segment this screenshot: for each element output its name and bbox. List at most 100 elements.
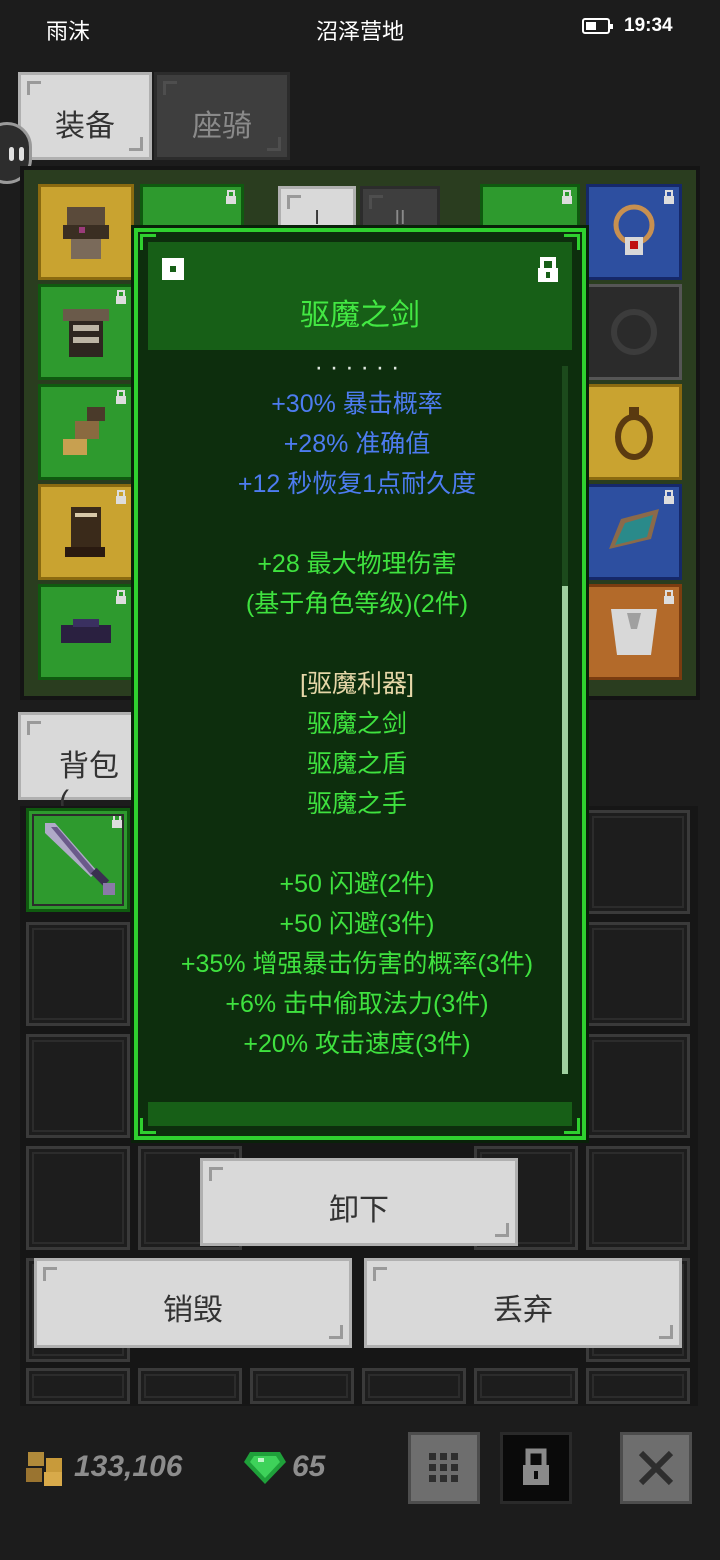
destroy-label: 销毁	[163, 1294, 223, 1327]
tooltip-stat-line: +28% 准确值	[283, 430, 431, 458]
sort-grid-button[interactable]	[408, 1432, 480, 1504]
tooltip-stat-line: +30% 暴击概率	[271, 390, 443, 418]
tooltip-stat-line: (基于角色等级)(2件)	[245, 590, 469, 618]
status-time: 19:34	[624, 15, 673, 36]
tooltip-stat-line: +6% 击中偷取法力(3件)	[225, 990, 489, 1018]
tooltip-stat-line: +28 最大物理伤害	[257, 550, 457, 578]
equip-set-tab-1-label: I	[314, 207, 320, 229]
lock-icon	[116, 590, 126, 604]
belt-icon	[61, 619, 111, 643]
boots-slot[interactable]	[38, 484, 134, 580]
status-bar: 雨沫 沼泽营地 19:34	[0, 0, 720, 56]
item-title: 驱魔之剑	[300, 299, 420, 332]
bag-slot[interactable]	[26, 1146, 130, 1250]
frame-corner	[140, 1118, 156, 1134]
gold-icon	[26, 1452, 62, 1486]
gem-amount: 65	[292, 1450, 326, 1483]
grid-icon	[429, 1453, 458, 1482]
amulet-icon	[613, 204, 655, 255]
tooltip-stat-line: +50 闪避(2件)	[279, 870, 435, 898]
bag-slot[interactable]	[474, 1368, 578, 1404]
tooltip-spacer	[152, 824, 562, 864]
ring-slot-2[interactable]	[586, 384, 682, 480]
lock-icon	[116, 290, 126, 304]
destroy-button[interactable]: 销毁	[34, 1258, 352, 1348]
tooltip-stat-line: 驱魔之剑	[306, 710, 407, 738]
discard-button[interactable]: 丢弃	[364, 1258, 682, 1348]
tooltip-spacer	[152, 504, 562, 544]
lock-icon	[664, 490, 674, 504]
tooltip-stat-line: +12 秒恢复1点耐久度	[237, 470, 477, 498]
amulet-slot[interactable]	[586, 184, 682, 280]
bag-slot-sword[interactable]	[26, 808, 130, 912]
tab-equipment[interactable]: 装备	[18, 72, 152, 160]
tooltip-footer	[148, 1102, 572, 1126]
equip-set-tab-2-label: II	[394, 207, 406, 229]
bag-slot[interactable]	[586, 1034, 690, 1138]
gloves-slot[interactable]	[38, 384, 134, 480]
lock-icon	[664, 190, 674, 204]
scrollbar-thumb[interactable]	[562, 586, 568, 1074]
ring-icon	[615, 407, 653, 460]
bag-slot[interactable]	[362, 1368, 466, 1404]
tooltip-header: 驱魔之剑	[148, 242, 572, 350]
close-button[interactable]	[620, 1432, 692, 1504]
gem-icon	[244, 1452, 286, 1484]
lock-icon[interactable]	[536, 256, 560, 284]
helmet-slot[interactable]	[38, 184, 134, 280]
tooltip-stat-line: +35% 增强暴击伤害的概率(3件)	[180, 950, 534, 978]
frame-corner	[564, 1118, 580, 1134]
tab-mount-label: 座骑	[192, 110, 252, 143]
tab-equipment-label: 装备	[55, 110, 115, 143]
bag-slot[interactable]	[26, 1034, 130, 1138]
discard-label: 丢弃	[493, 1294, 553, 1327]
status-location: 沼泽营地	[315, 19, 404, 44]
close-icon	[638, 1450, 674, 1486]
belt-slot[interactable]	[38, 584, 134, 680]
tooltip-scrollbar[interactable]	[562, 366, 568, 1074]
bag-slot[interactable]	[26, 1368, 130, 1404]
tooltip-stat-line: 驱魔之盾	[306, 750, 407, 778]
unequip-label: 卸下	[329, 1194, 389, 1227]
lock-icon	[562, 190, 572, 204]
shield-icon	[609, 509, 659, 549]
unequip-button[interactable]: 卸下	[200, 1158, 518, 1246]
bag-slot[interactable]	[586, 810, 690, 914]
tooltip-stat-line: 驱魔之手	[306, 790, 407, 818]
gold-amount: 133,106	[74, 1450, 183, 1483]
boots-icon	[65, 507, 105, 557]
cape-slot[interactable]	[586, 584, 682, 680]
ring-placeholder-icon	[611, 309, 657, 355]
tab-backpack[interactable]: 背包 (	[18, 712, 136, 818]
bag-slot[interactable]	[586, 1146, 690, 1250]
tooltip-stat-line: +50 闪避(3件)	[279, 910, 435, 938]
lock-button[interactable]	[500, 1432, 572, 1504]
frame-corner	[564, 234, 580, 250]
armor-icon	[63, 309, 109, 357]
lock-icon	[664, 590, 674, 604]
cape-icon	[611, 609, 657, 655]
bag-slot[interactable]	[26, 922, 130, 1026]
tooltip-stat-line: +20% 攻击速度(3件)	[243, 1030, 471, 1058]
compare-icon[interactable]	[162, 258, 184, 280]
bag-slot[interactable]	[138, 1368, 242, 1404]
lock-icon	[112, 814, 122, 828]
lock-icon	[116, 390, 126, 404]
helmet-icon	[63, 207, 109, 259]
bag-slot[interactable]	[250, 1368, 354, 1404]
battery-icon	[582, 18, 613, 34]
tab-mount[interactable]: 座骑	[154, 72, 290, 160]
frame-corner	[140, 234, 156, 250]
bag-slot[interactable]	[586, 1368, 690, 1404]
tooltip-spacer	[152, 624, 562, 664]
gloves-icon	[63, 407, 105, 455]
shield-slot[interactable]	[586, 484, 682, 580]
bag-slot[interactable]	[586, 922, 690, 1026]
item-tooltip: 驱魔之剑 · · · · · · +30% 暴击概率 +28% 准确值 +12 秒恢…	[134, 228, 586, 1140]
tooltip-partial-line: · · · · · ·	[314, 362, 400, 381]
tooltip-stat-line: [驱魔利器]	[300, 670, 414, 698]
ring-slot-1[interactable]	[586, 284, 682, 380]
lock-icon	[226, 190, 236, 204]
lock-icon	[523, 1448, 549, 1485]
armor-slot[interactable]	[38, 284, 134, 380]
